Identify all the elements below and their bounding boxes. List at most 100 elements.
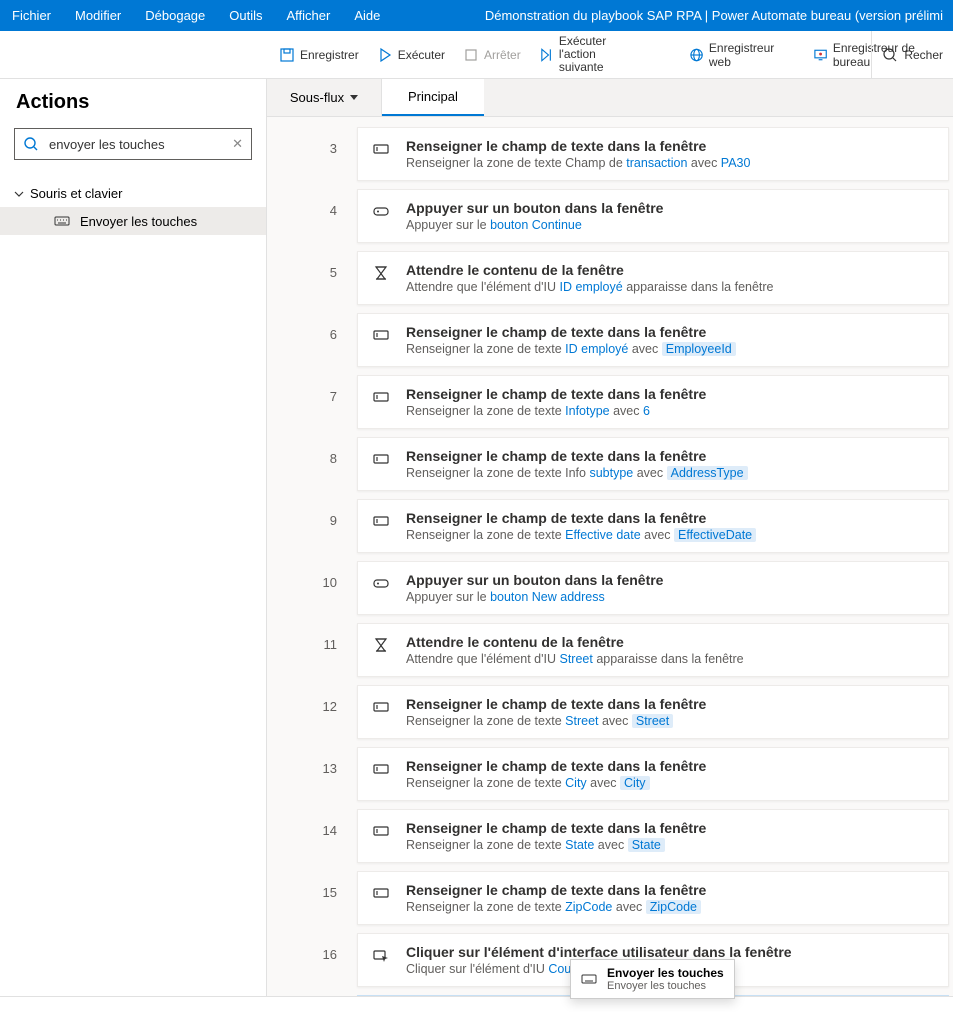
save-button[interactable]: Enregistrer [275, 47, 363, 63]
step-number: 9 [267, 495, 357, 557]
step-row: 4Appuyer sur un bouton dans la fenêtreAp… [267, 185, 953, 247]
sidebar-title: Actions [0, 79, 266, 124]
step-card[interactable]: Attendre le contenu de la fenêtre Attendr… [357, 251, 949, 305]
step-description: Renseigner la zone de texte ID employé a… [406, 342, 934, 356]
run-next-button[interactable]: Exécuter l'action suivante [535, 35, 646, 74]
textbox-icon [372, 448, 392, 480]
step-row: 13 Renseigner le champ de texte dans la f… [267, 743, 953, 805]
status-bar [0, 996, 953, 1012]
step-description: Attendre que l'élément d'IU ID employé a… [406, 280, 934, 294]
click-icon [372, 944, 392, 976]
step-description: Appuyer sur le bouton Continue [406, 218, 934, 232]
steps-list: 3Renseigner le champ de texte dans la fe… [267, 117, 953, 996]
stop-button[interactable]: Arrêter [459, 47, 525, 63]
step-description: Renseigner la zone de texte City avec Ci… [406, 776, 934, 790]
window-title: Démonstration du playbook SAP RPA | Powe… [485, 8, 953, 23]
step-icon [539, 47, 554, 63]
chevron-down-icon [14, 189, 24, 199]
stop-icon [463, 47, 479, 63]
step-number: 8 [267, 433, 357, 495]
wait-icon [372, 634, 392, 666]
play-icon [377, 47, 393, 63]
textbox-icon [372, 882, 392, 914]
search-icon [23, 136, 39, 152]
wait-icon [372, 262, 392, 294]
step-row: 3Renseigner le champ de texte dans la fe… [267, 123, 953, 185]
search-icon [882, 47, 898, 63]
drag-tooltip: Envoyer les touches Envoyer les touches [570, 959, 735, 999]
web-recorder-button[interactable]: Enregistreur web [685, 41, 799, 69]
step-title: Attendre le contenu de la fenêtre [406, 634, 934, 650]
step-number: 7 [267, 371, 357, 433]
step-title: Attendre le contenu de la fenêtre [406, 262, 934, 278]
step-card[interactable]: Renseigner le champ de texte dans la fen… [357, 313, 949, 367]
step-description: Renseigner la zone de texte ZipCode avec… [406, 900, 934, 914]
step-row: 12Renseigner le champ de texte dans la f… [267, 681, 953, 743]
step-card[interactable]: Renseigner le champ de texte dans la fen… [357, 685, 949, 739]
tree-group-mouse-keyboard[interactable]: Souris et clavier [0, 180, 266, 207]
menu-item-aide[interactable]: Aide [342, 0, 392, 31]
textbox-icon [372, 758, 392, 790]
button-icon [372, 200, 392, 232]
subflows-dropdown[interactable]: Sous-flux [267, 79, 382, 116]
textbox-icon [372, 820, 392, 852]
menu-item-modifier[interactable]: Modifier [63, 0, 133, 31]
step-number: 17 [267, 991, 357, 996]
toolbar: Enregistrer Exécuter Arrêter Exécuter l'… [0, 31, 953, 79]
step-card[interactable]: Renseigner le champ de texte dans la fen… [357, 871, 949, 925]
globe-icon [689, 47, 704, 63]
toolbar-search[interactable]: Recher [871, 31, 953, 78]
step-title: Renseigner le champ de texte dans la fen… [406, 324, 934, 340]
step-title: Cliquer sur l'élément d'interface utilis… [406, 944, 934, 960]
step-title: Appuyer sur un bouton dans la fenêtre [406, 572, 934, 588]
step-card[interactable]: Appuyer sur un bouton dans la fenêtre App… [357, 189, 949, 243]
menu-item-débogage[interactable]: Débogage [133, 0, 217, 31]
step-card[interactable]: Renseigner le champ de texte dans la fen… [357, 747, 949, 801]
run-button[interactable]: Exécuter [373, 47, 449, 63]
keyboard-icon [54, 213, 70, 229]
step-title: Renseigner le champ de texte dans la fen… [406, 510, 934, 526]
step-title: Appuyer sur un bouton dans la fenêtre [406, 200, 934, 216]
tree-item-send-keys[interactable]: Envoyer les touches [0, 207, 266, 235]
step-number: 13 [267, 743, 357, 805]
menu-item-outils[interactable]: Outils [217, 0, 274, 31]
actions-sidebar: Actions ✕ Souris et clavier Envoyer les … [0, 79, 267, 996]
step-number: 10 [267, 557, 357, 619]
step-description: Renseigner la zone de texte State avec S… [406, 838, 934, 852]
step-card[interactable]: Renseigner le champ de texte dans la fen… [357, 499, 949, 553]
actions-search-input[interactable] [49, 137, 232, 152]
step-number: 15 [267, 867, 357, 929]
textbox-icon [372, 696, 392, 728]
step-row: 7 Renseigner le champ de texte dans la fe… [267, 371, 953, 433]
step-title: Renseigner le champ de texte dans la fen… [406, 448, 934, 464]
menubar: FichierModifierDébogageOutilsAfficherAid… [0, 0, 953, 31]
actions-search-box[interactable]: ✕ [14, 128, 252, 160]
step-row: 6Renseigner le champ de texte dans la fe… [267, 309, 953, 371]
step-card[interactable]: Renseigner le champ de texte dans la fen… [357, 375, 949, 429]
menu-item-afficher[interactable]: Afficher [275, 0, 343, 31]
step-title: Renseigner le champ de texte dans la fen… [406, 386, 934, 402]
step-card[interactable]: Renseigner le champ de texte dans la fen… [357, 437, 949, 491]
step-number: 3 [267, 123, 357, 185]
step-description: Renseigner la zone de texte Street avec … [406, 714, 934, 728]
step-card[interactable]: Renseigner le champ de texte dans la fen… [357, 809, 949, 863]
step-card[interactable]: Renseigner le champ de texte dans la fen… [357, 127, 949, 181]
step-card[interactable]: Appuyer sur un bouton dans la fenêtreApp… [357, 561, 949, 615]
step-row: 15 Renseigner le champ de texte dans la f… [267, 867, 953, 929]
step-title: Renseigner le champ de texte dans la fen… [406, 882, 934, 898]
step-description: Renseigner la zone de texte Effective da… [406, 528, 934, 542]
step-description: Renseigner la zone de texte Info subtype… [406, 466, 934, 480]
step-card[interactable]: Attendre le contenu de la fenêtreAttendr… [357, 623, 949, 677]
flow-editor: Sous-flux Principal 3Renseigner le champ… [267, 79, 953, 996]
textbox-icon [372, 386, 392, 418]
step-row: 9 Renseigner le champ de texte dans la fe… [267, 495, 953, 557]
menu-item-fichier[interactable]: Fichier [0, 0, 63, 31]
button-icon [372, 572, 392, 604]
clear-search-button[interactable]: ✕ [232, 136, 243, 152]
step-number: 12 [267, 681, 357, 743]
tab-main[interactable]: Principal [382, 79, 484, 116]
textbox-icon [372, 138, 392, 170]
step-description: Renseigner la zone de texte Infotype ave… [406, 404, 934, 418]
step-title: Renseigner le champ de texte dans la fen… [406, 758, 934, 774]
step-number: 16 [267, 929, 357, 991]
